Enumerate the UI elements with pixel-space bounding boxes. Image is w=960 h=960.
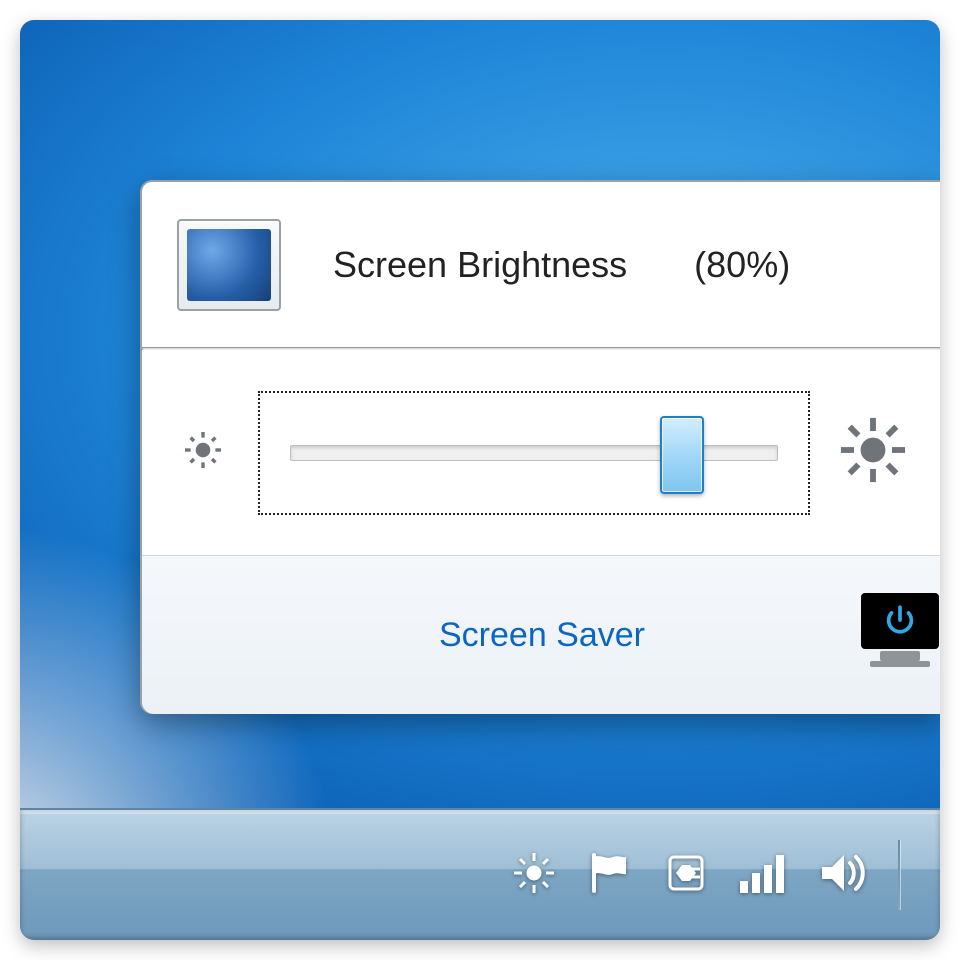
slider-track bbox=[290, 445, 778, 461]
power-monitor-button[interactable] bbox=[858, 593, 940, 677]
screen-saver-link[interactable]: Screen Saver bbox=[439, 616, 645, 655]
brightness-monitor-icon bbox=[177, 219, 281, 311]
tray-brightness-icon[interactable] bbox=[510, 849, 558, 902]
brightness-high-icon bbox=[838, 415, 908, 490]
tray-power-plug-icon[interactable] bbox=[662, 849, 710, 902]
slider-thumb[interactable] bbox=[660, 416, 704, 494]
popup-header: Screen Brightness (80%) bbox=[142, 182, 940, 347]
tray-flag-icon[interactable] bbox=[586, 851, 634, 900]
brightness-slider[interactable] bbox=[258, 391, 810, 515]
slider-row bbox=[142, 350, 940, 555]
screenshot-stage: Screen Brightness (80%) bbox=[20, 20, 940, 940]
tray-volume-icon[interactable] bbox=[818, 849, 870, 902]
taskbar bbox=[20, 808, 940, 940]
popup-footer: Screen Saver bbox=[142, 555, 940, 714]
brightness-popup: Screen Brightness (80%) bbox=[140, 180, 940, 714]
tray-separator bbox=[898, 840, 900, 910]
brightness-percent-label: (80%) bbox=[694, 244, 790, 286]
system-tray bbox=[510, 840, 900, 910]
popup-title: Screen Brightness bbox=[333, 244, 627, 286]
tray-network-signal-icon[interactable] bbox=[738, 851, 790, 900]
brightness-low-icon bbox=[176, 423, 230, 482]
